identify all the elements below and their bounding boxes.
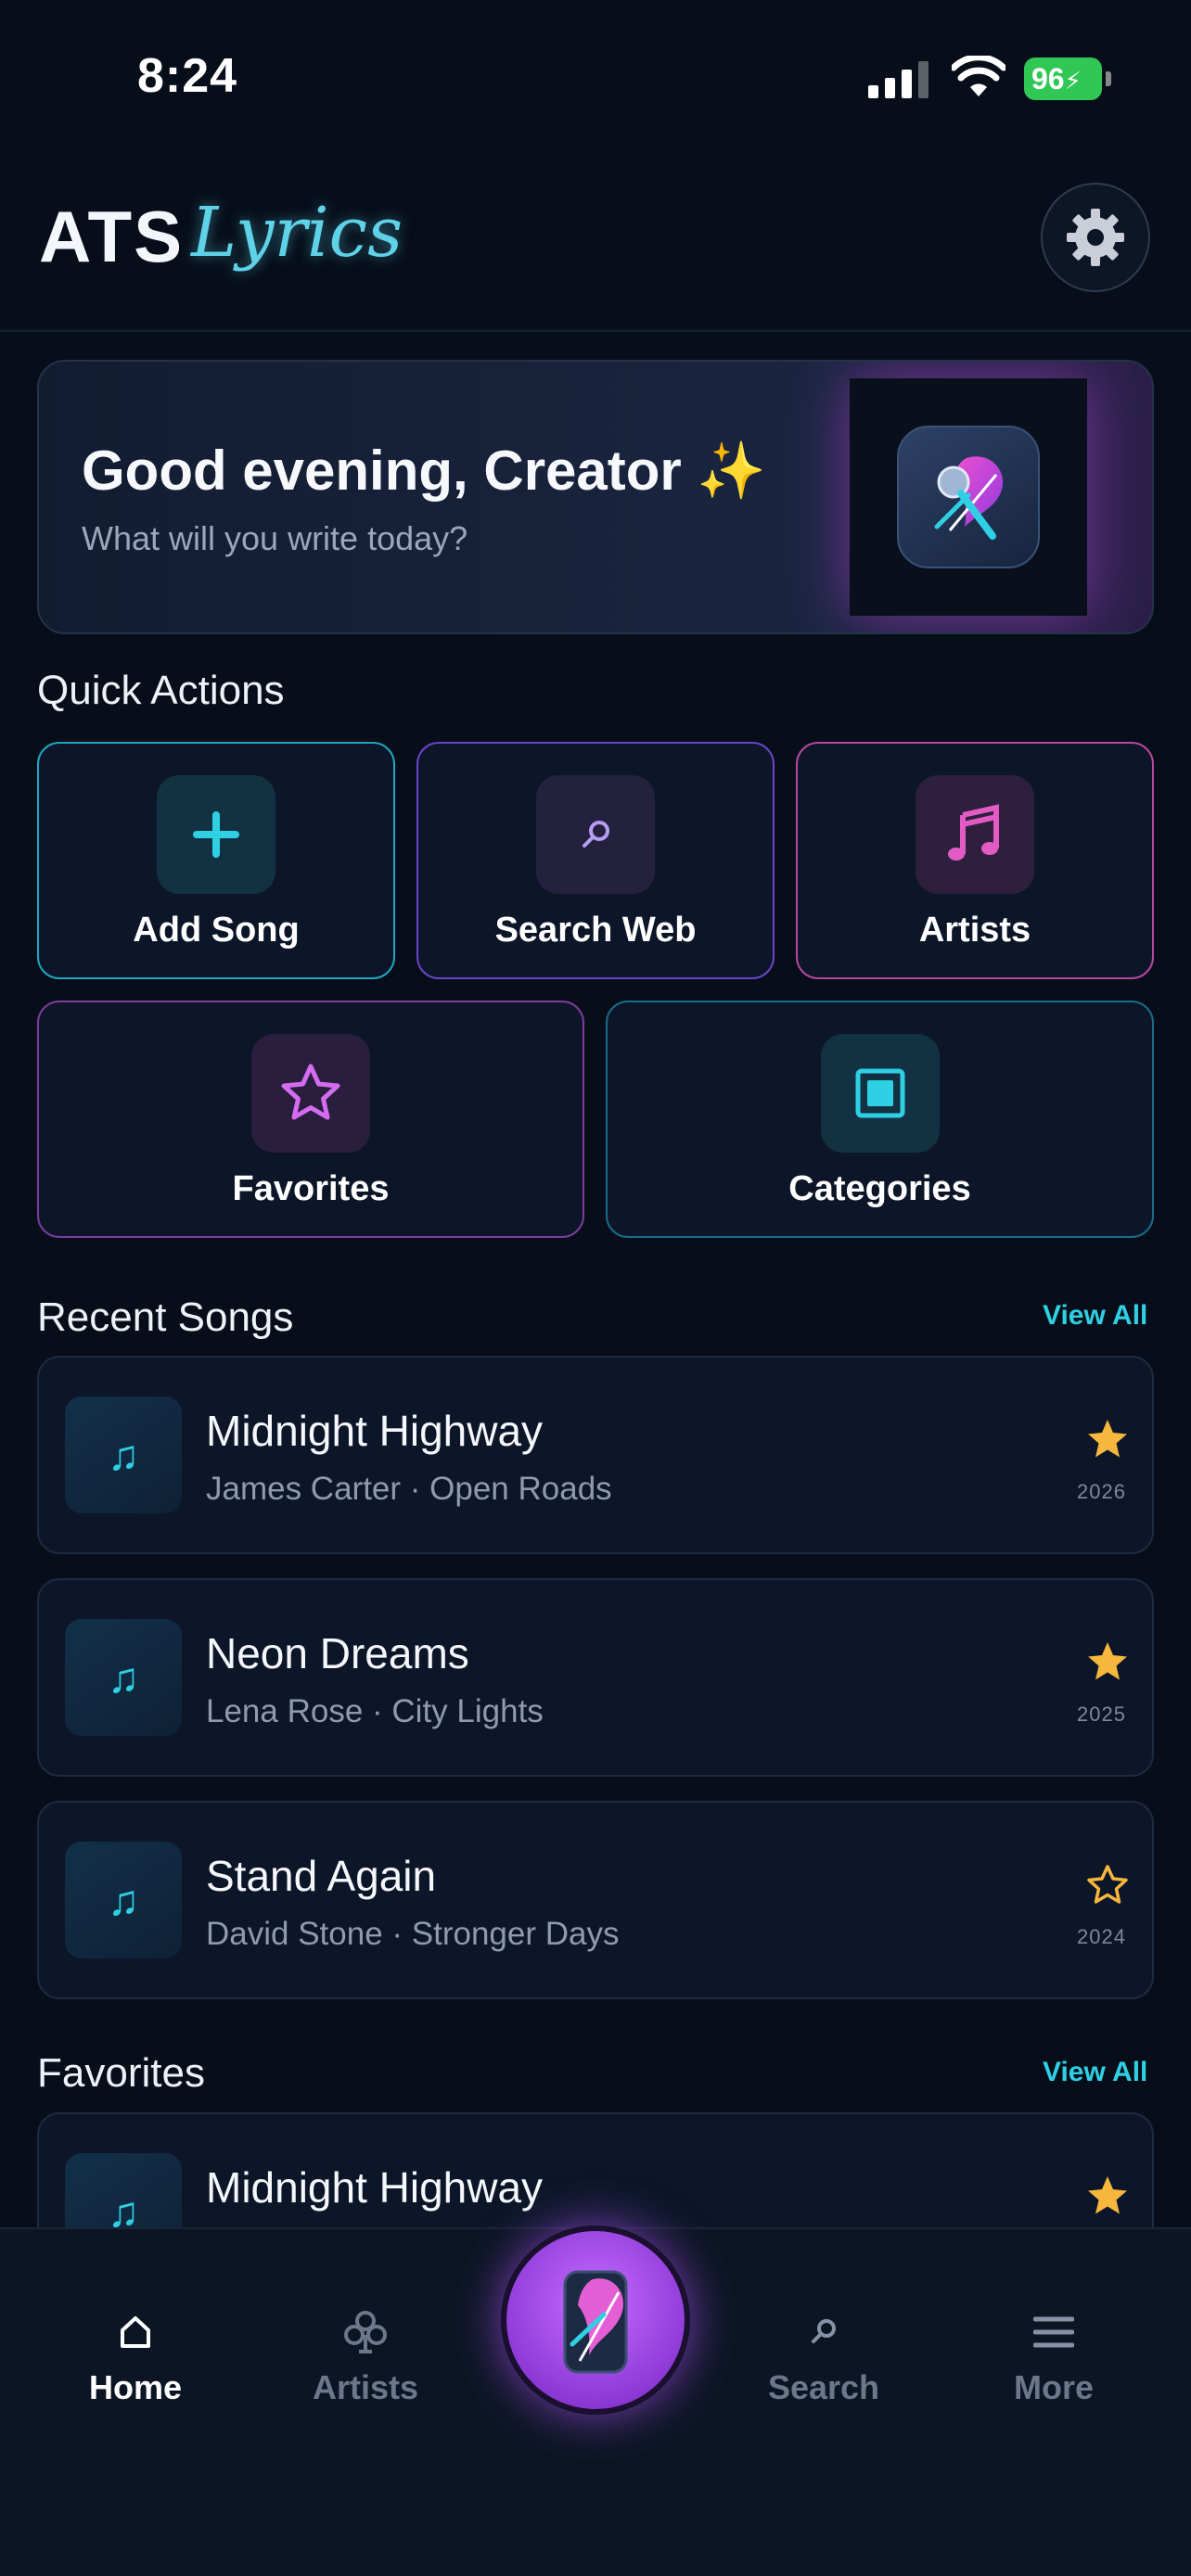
header-divider	[0, 330, 1191, 332]
artists-button[interactable]: Artists	[796, 742, 1154, 979]
favorites-view-all-link[interactable]: View All	[1043, 2057, 1147, 2088]
categories-button[interactable]: Categories	[606, 1001, 1154, 1238]
recent-songs-title: Recent Songs	[37, 1294, 294, 1340]
square-icon	[855, 1068, 904, 1118]
music-note-icon	[948, 804, 999, 861]
nav-more-label: More	[1013, 2368, 1094, 2406]
categories-label: Categories	[788, 1169, 971, 1208]
quill-icon	[563, 2270, 628, 2374]
club-icon	[344, 2311, 387, 2353]
search-web-label: Search Web	[494, 911, 697, 950]
nav-home-label: Home	[88, 2368, 183, 2406]
artists-label: Artists	[918, 911, 1031, 950]
microphone-quill-icon	[934, 456, 1004, 540]
app-logo-artwork	[850, 378, 1087, 616]
logo-lyrics: Lyrics	[191, 193, 403, 273]
song-title: Midnight Highway	[206, 1407, 544, 1455]
music-note-icon: ♫	[65, 1619, 182, 1736]
music-note-icon: ♫	[65, 1842, 182, 1958]
star-filled-icon[interactable]	[1085, 2174, 1130, 2218]
nav-search-label: Search	[767, 2368, 880, 2406]
greeting-subtitle: What will you write today?	[82, 519, 468, 557]
battery-level: 96	[1031, 62, 1065, 96]
settings-button[interactable]	[1041, 183, 1150, 292]
recent-song-row[interactable]: ♫ Stand Again David Stone · Stronger Day…	[37, 1801, 1154, 1999]
nav-home[interactable]: Home	[43, 2303, 228, 2407]
menu-icon	[1033, 2316, 1074, 2348]
favorites-label: Favorites	[232, 1169, 390, 1208]
logo-ats: ATS	[39, 196, 185, 277]
recent-songs-view-all-link[interactable]: View All	[1043, 1300, 1147, 1332]
nav-artists[interactable]: Artists	[273, 2303, 458, 2407]
recent-song-row[interactable]: ♫ Midnight Highway James Carter · Open R…	[37, 1356, 1154, 1554]
create-song-fab[interactable]	[501, 2225, 690, 2415]
song-subtitle: James Carter · Open Roads	[206, 1471, 612, 1507]
song-subtitle: Lena Rose · City Lights	[206, 1693, 544, 1729]
nav-artists-label: Artists	[312, 2368, 419, 2406]
search-icon	[812, 2319, 836, 2343]
song-year: 2026	[1077, 1480, 1126, 1503]
star-filled-icon[interactable]	[1085, 1417, 1130, 1461]
music-note-icon: ♫	[65, 1396, 182, 1513]
star-filled-icon[interactable]	[1085, 1639, 1130, 1684]
status-time: 8:24	[137, 49, 238, 103]
add-song-button[interactable]: Add Song	[37, 742, 395, 979]
battery-icon: 96⚡	[1024, 57, 1111, 100]
home-icon	[121, 2316, 150, 2348]
greeting-title: Good evening, Creator ✨	[82, 440, 767, 502]
star-outline-icon[interactable]	[1085, 1862, 1130, 1906]
search-web-button[interactable]: Search Web	[416, 742, 775, 979]
nav-more[interactable]: More	[961, 2303, 1146, 2407]
song-title: Neon Dreams	[206, 1629, 469, 1677]
wifi-icon	[950, 54, 1007, 98]
plus-icon	[193, 811, 239, 858]
favorites-button[interactable]: Favorites	[37, 1001, 584, 1238]
greeting-card: Good evening, Creator ✨ What will you wr…	[37, 360, 1154, 634]
cellular-signal-icon	[868, 59, 929, 98]
song-title: Stand Again	[206, 1852, 437, 1900]
nav-search[interactable]: Search	[731, 2303, 916, 2407]
song-year: 2025	[1077, 1702, 1126, 1726]
recent-song-row[interactable]: ♫ Neon Dreams Lena Rose · City Lights 20…	[37, 1578, 1154, 1777]
search-icon	[583, 821, 609, 848]
song-title: Midnight Highway	[206, 2163, 544, 2212]
star-icon	[281, 1064, 340, 1120]
add-song-label: Add Song	[133, 911, 300, 950]
gear-icon	[1067, 209, 1124, 266]
quick-actions-title: Quick Actions	[37, 668, 285, 713]
favorites-title: Favorites	[37, 2050, 205, 2096]
song-year: 2024	[1077, 1925, 1126, 1948]
song-subtitle: David Stone · Stronger Days	[206, 1916, 620, 1952]
